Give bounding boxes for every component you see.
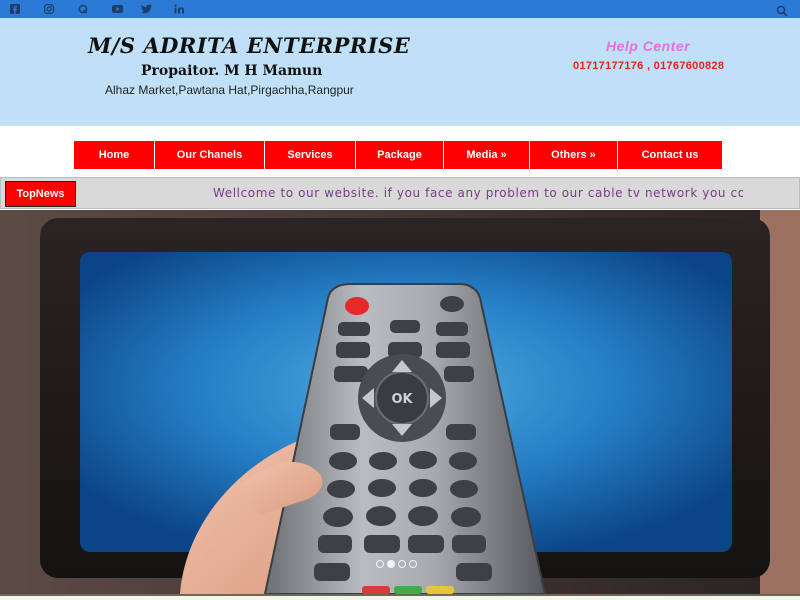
ticker-marquee: Wellcome to our website. if you face any… [213, 178, 743, 208]
business-address: Alhaz Market,Pawtana Hat,Pirgachha,Rangp… [105, 83, 354, 97]
site-header: M/S ADRITA ENTERPRISE Propaitor. M H Mam… [0, 18, 800, 126]
nav-item-our-chanels[interactable]: Our Chanels [155, 141, 265, 169]
help-center-title: Help Center [606, 38, 691, 54]
nav-item-home[interactable]: Home [74, 141, 155, 169]
twitter-icon[interactable] [141, 2, 152, 16]
instagram-icon[interactable] [44, 2, 54, 16]
top-social-bar [0, 0, 800, 18]
content-strip [0, 594, 800, 600]
quora-icon[interactable] [78, 2, 88, 16]
search-icon[interactable] [776, 2, 790, 17]
site-title[interactable]: M/S ADRITA ENTERPRISE [88, 33, 410, 58]
main-nav: Home Our Chanels Services Package Media … [74, 141, 722, 169]
nav-item-media[interactable]: Media » [444, 141, 530, 169]
slider-dots [376, 560, 417, 568]
linkedin-icon[interactable] [174, 2, 184, 16]
nav-item-contact-us[interactable]: Contact us [618, 141, 722, 169]
top-news-label[interactable]: TopNews [5, 181, 76, 207]
svg-text:OK: OK [391, 392, 413, 407]
slider-dot-4[interactable] [409, 560, 417, 568]
help-center-phones: 01717177176 , 01767600828 [573, 60, 725, 72]
nav-item-services[interactable]: Services [265, 141, 356, 169]
tv-remote-image: OK [0, 210, 800, 594]
youtube-icon[interactable] [112, 2, 123, 16]
owner-name: Propaitor. M H Mamun [141, 63, 323, 79]
ticker-text[interactable]: Wellcome to our website. if you face any… [213, 186, 743, 200]
slider-dot-2[interactable] [387, 560, 395, 568]
nav-item-package[interactable]: Package [356, 141, 444, 169]
slider-dot-1[interactable] [376, 560, 384, 568]
facebook-icon[interactable] [10, 2, 20, 16]
nav-item-others[interactable]: Others » [530, 141, 618, 169]
news-ticker: TopNews Wellcome to our website. if you … [0, 177, 800, 209]
slider-dot-3[interactable] [398, 560, 406, 568]
hero-slider[interactable]: OK [0, 210, 800, 594]
